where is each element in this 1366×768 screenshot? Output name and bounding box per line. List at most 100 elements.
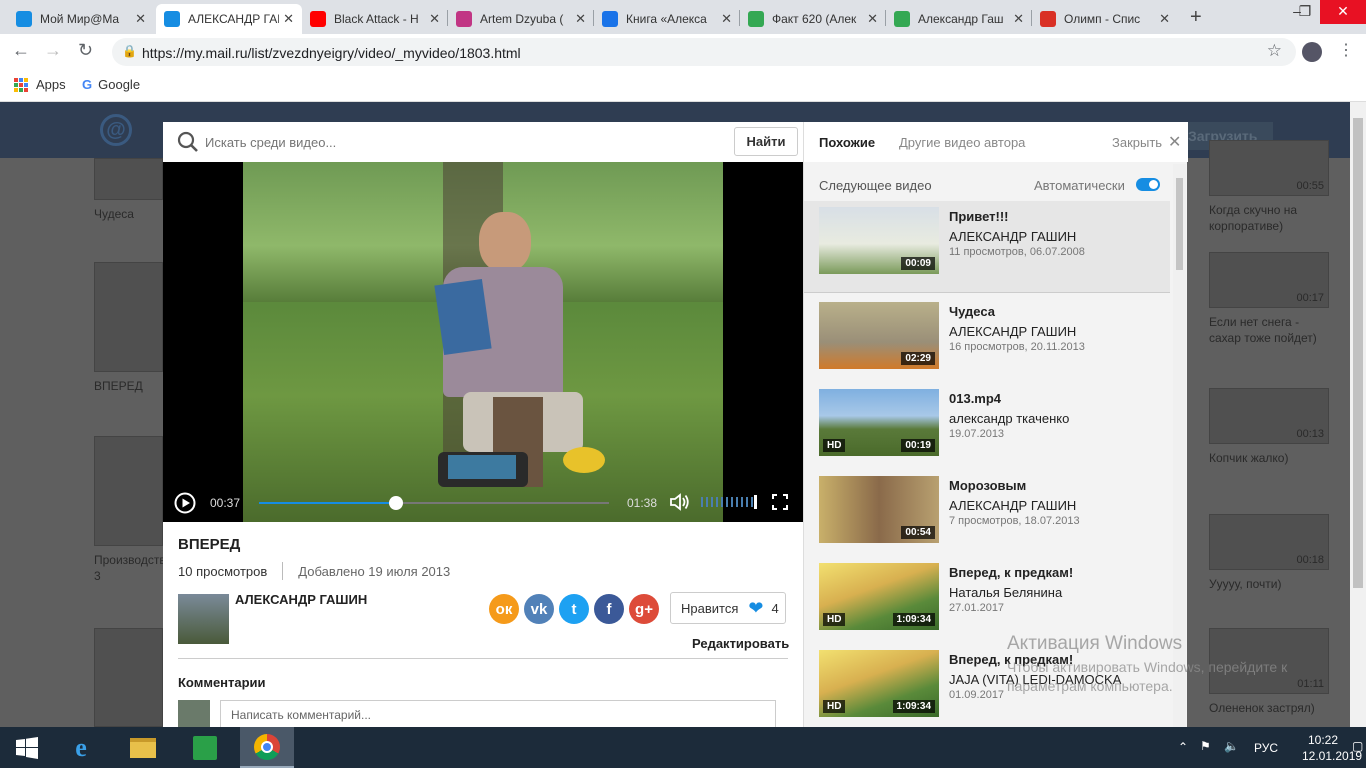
google-plus-icon[interactable]: g+ (629, 594, 659, 624)
video-thumbnail[interactable]: 02:29 (819, 302, 939, 369)
bookmark-google[interactable]: G Google (82, 77, 140, 92)
notifications-icon[interactable]: ▢ (1352, 739, 1363, 753)
speaker-icon[interactable]: 🔈 (1224, 739, 1239, 753)
current-time: 00:37 (210, 496, 241, 510)
related-video-title[interactable]: Морозовым (949, 478, 1026, 493)
sidebar-scrollbar-thumb[interactable] (1176, 178, 1183, 270)
language-indicator[interactable]: РУС (1254, 741, 1278, 755)
browser-menu-icon[interactable]: ⋮ (1338, 40, 1354, 60)
like-button[interactable]: Нравится ❤ 4 (670, 592, 786, 624)
play-icon[interactable] (174, 492, 196, 514)
page-scrollbar-thumb[interactable] (1353, 118, 1363, 588)
video-thumbnail[interactable]: 00:09 (819, 207, 939, 274)
close-label[interactable]: Закрыть (1112, 135, 1162, 150)
video-thumbnail[interactable]: HD 1:09:34 (819, 650, 939, 717)
tab-similar[interactable]: Похожие (819, 135, 875, 150)
tab-close-icon[interactable]: ✕ (721, 11, 732, 27)
video-search-input[interactable] (205, 132, 725, 152)
autoplay-toggle[interactable] (1136, 178, 1160, 191)
tab-5[interactable]: Факт 620 (Алек ✕ (740, 4, 886, 34)
related-video-meta: 27.01.2017 (949, 602, 1005, 614)
fullscreen-icon[interactable] (772, 494, 788, 510)
close-icon[interactable]: ✕ (1168, 132, 1181, 152)
odnoklassniki-icon[interactable]: ок (489, 594, 519, 624)
reload-button[interactable]: ↻ (78, 40, 93, 61)
background-thumbnail (94, 436, 163, 546)
duration-time: 01:38 (627, 496, 658, 510)
bookmark-star-icon[interactable]: ☆ (1267, 41, 1282, 61)
doc-icon (894, 11, 910, 27)
tab-close-icon[interactable]: ✕ (867, 11, 878, 27)
tray-chevron-icon[interactable]: ⌃ (1178, 740, 1188, 754)
vk-icon[interactable]: vk (524, 594, 554, 624)
tab-6[interactable]: Александр Гаш ✕ (886, 4, 1032, 34)
seek-bar[interactable] (259, 496, 609, 510)
tab-1[interactable]: АЛЕКСАНДР ГАШИН ✕ (156, 4, 302, 34)
tab-close-icon[interactable]: ✕ (429, 11, 440, 27)
start-button[interactable] (0, 727, 54, 768)
file-explorer-icon[interactable] (116, 727, 170, 768)
related-video-author[interactable]: Наталья Белянина (949, 585, 1062, 600)
related-video-item[interactable]: 00:09 Привет!!! АЛЕКСАНДР ГАШИН 11 просмотр… (804, 201, 1170, 293)
related-video-item[interactable]: 02:29 Чудеса АЛЕКСАНДР ГАШИН 16 просмотров,… (804, 302, 1170, 389)
chrome-icon[interactable] (240, 727, 294, 768)
clock-time[interactable]: 10:22 (1308, 733, 1338, 747)
lock-icon: 🔒 (122, 44, 137, 58)
related-video-title[interactable]: Чудеса (949, 304, 995, 319)
related-video-meta: 7 просмотров, 18.07.2013 (949, 515, 1080, 527)
comment-input[interactable]: Написать комментарий... (220, 700, 776, 730)
forward-button[interactable]: → (44, 40, 62, 61)
flag-icon[interactable]: ⚑ (1200, 739, 1211, 753)
ie-icon[interactable]: e (54, 727, 108, 768)
video-player[interactable]: 00:37 01:38 (163, 162, 803, 522)
related-video-title[interactable]: 013.mp4 (949, 391, 1001, 406)
tab-4[interactable]: Книга «Алекса ✕ (594, 4, 740, 34)
duration-badge: 1:09:34 (892, 613, 935, 626)
tab-2[interactable]: Black Attack - H ✕ (302, 4, 448, 34)
related-video-item[interactable]: HD 00:19 013.mp4 александр ткаченко 19.07.20… (804, 389, 1170, 476)
address-bar[interactable]: 🔒 https://my.mail.ru/list/zvezdnyeigry/v… (112, 38, 1296, 66)
tab-close-icon[interactable]: ✕ (575, 11, 586, 27)
tab-close-icon[interactable]: ✕ (1013, 11, 1024, 27)
background-item-title: Если нет снега - сахар тоже пойдет) (1209, 315, 1317, 345)
tab-7[interactable]: Олимп - Спис ✕ (1032, 4, 1178, 34)
video-thumbnail[interactable]: HD 00:19 (819, 389, 939, 456)
video-thumbnail[interactable]: 00:54 (819, 476, 939, 543)
seek-bar-handle[interactable] (388, 496, 403, 510)
author-avatar[interactable] (178, 594, 229, 644)
store-icon[interactable] (178, 727, 232, 768)
video-thumbnail[interactable]: HD 1:09:34 (819, 563, 939, 630)
window-close-button[interactable]: ✕ (1320, 0, 1366, 24)
related-video-author[interactable]: александр ткаченко (949, 411, 1069, 426)
related-video-author[interactable]: АЛЕКСАНДР ГАШИН (949, 229, 1076, 244)
tab-close-icon[interactable]: ✕ (135, 11, 146, 27)
profile-avatar[interactable] (1302, 42, 1322, 62)
related-video-author[interactable]: АЛЕКСАНДР ГАШИН (949, 498, 1076, 513)
restore-button[interactable]: ❐ (1290, 0, 1320, 24)
volume-icon[interactable] (669, 493, 691, 511)
author-name[interactable]: АЛЕКСАНДР ГАШИН (235, 592, 367, 607)
tab-close-icon[interactable]: ✕ (283, 11, 294, 27)
tab-0[interactable]: Мой Мир@Ma ✕ (8, 4, 154, 34)
activation-watermark-text: Чтобы активировать Windows, перейдите к … (1007, 659, 1288, 694)
related-video-item[interactable]: 00:54 Морозовым АЛЕКСАНДР ГАШИН 7 просмотро… (804, 476, 1170, 563)
info-divider (178, 658, 788, 659)
taskbar: e ⌃ ⚑ 🔈 РУС 10:22 12.01.2019 ▢ (0, 727, 1366, 768)
back-button[interactable]: ← (12, 40, 30, 61)
volume-slider[interactable] (701, 497, 757, 507)
background-duration: 00:13 (1296, 428, 1324, 440)
video-frame[interactable] (243, 162, 723, 522)
bookmark-apps[interactable]: Apps (14, 77, 66, 92)
edit-link[interactable]: Редактировать (692, 636, 789, 651)
tab-close-icon[interactable]: ✕ (1159, 11, 1170, 27)
tab-author-videos[interactable]: Другие видео автора (899, 135, 1025, 150)
find-button[interactable]: Найти (734, 127, 798, 156)
related-video-title[interactable]: Привет!!! (949, 209, 1009, 224)
related-video-title[interactable]: Вперед, к предкам! (949, 565, 1073, 580)
volume-slider-handle[interactable] (754, 495, 757, 509)
tab-3[interactable]: Artem Dzyuba (✕ (448, 4, 594, 34)
facebook-icon[interactable]: f (594, 594, 624, 624)
related-video-author[interactable]: АЛЕКСАНДР ГАШИН (949, 324, 1076, 339)
new-tab-button[interactable]: + (1190, 6, 1202, 29)
twitter-icon[interactable]: t (559, 594, 589, 624)
